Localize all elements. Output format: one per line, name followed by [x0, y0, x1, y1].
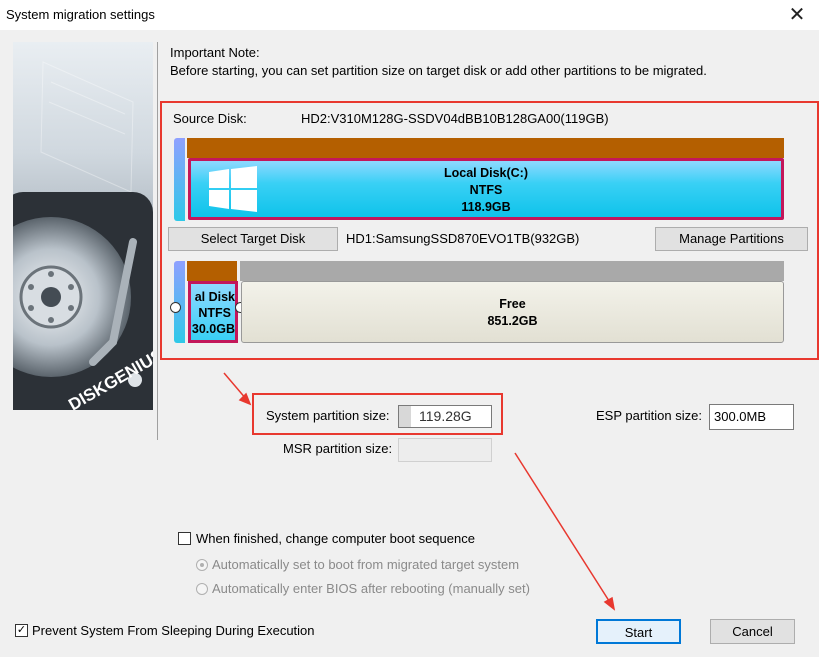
boot-option-auto-label: Automatically set to boot from migrated … [212, 557, 520, 572]
start-button[interactable]: Start [596, 619, 681, 644]
esp-partition-size-label: ESP partition size: [596, 408, 702, 423]
system-partition-size-input[interactable]: 119.28G [398, 405, 492, 428]
change-boot-sequence-label: When finished, change computer boot sequ… [196, 531, 475, 546]
esp-partition-size-input[interactable]: 300.0MB [709, 404, 794, 430]
msr-partition-size-label: MSR partition size: [283, 441, 393, 456]
system-partition-size-label: System partition size: [266, 408, 390, 423]
boot-option-bios-label: Automatically enter BIOS after rebooting… [212, 581, 530, 596]
prevent-sleep-checkbox[interactable]: ✓ [15, 624, 28, 637]
boot-option-bios-radio[interactable] [196, 583, 208, 595]
boot-option-auto-radio[interactable] [196, 559, 208, 571]
prevent-sleep-label: Prevent System From Sleeping During Exec… [32, 623, 315, 638]
cancel-button[interactable]: Cancel [710, 619, 795, 644]
change-boot-sequence-checkbox[interactable] [178, 532, 191, 545]
msr-partition-size-input[interactable] [398, 438, 492, 462]
